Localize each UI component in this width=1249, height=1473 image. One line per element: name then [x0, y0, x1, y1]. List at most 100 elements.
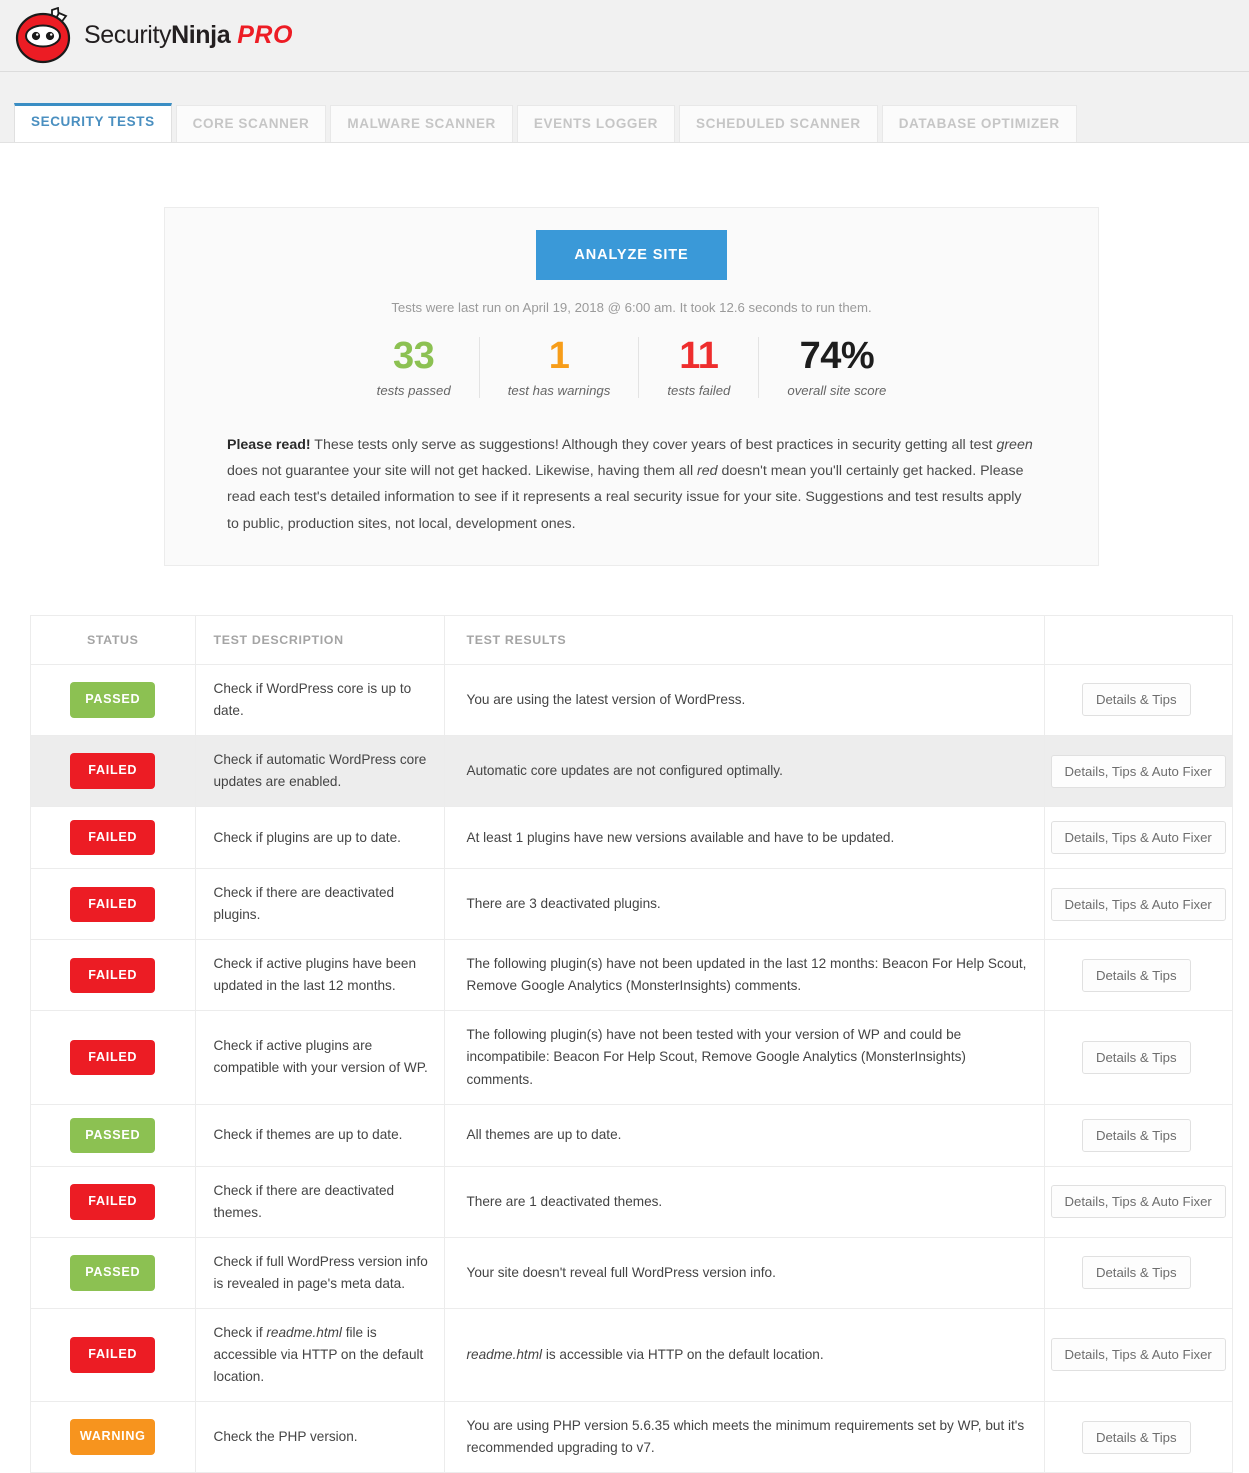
note-part1: These tests only serve as suggestions! A…: [310, 436, 997, 453]
details-button[interactable]: Details & Tips: [1081, 683, 1191, 717]
stat-warning-label: test has warnings: [507, 382, 611, 398]
table-row: FAILED Check if plugins are up to date. At…: [31, 806, 1232, 870]
stat-failed-value: 11: [679, 335, 719, 377]
status-badge: FAILED: [70, 957, 156, 994]
result-part2: is accessible via HTTP on the default lo…: [542, 1346, 824, 1362]
cell-test-description: Check if automatic WordPress core update…: [195, 735, 445, 808]
cell-action: Details & Tips: [1044, 664, 1232, 736]
details-button[interactable]: Details, Tips & Auto Fixer: [1050, 821, 1226, 855]
brand-wordmark: SecurityNinja PRO: [84, 21, 293, 50]
table-row: WARNING Check the PHP version. You are usi…: [31, 1401, 1232, 1473]
tab-database-optimizer[interactable]: DATABASE OPTIMIZER: [881, 105, 1077, 142]
cell-test-description: Check if full WordPress version info is …: [195, 1237, 445, 1309]
cell-status: FAILED: [31, 1308, 196, 1403]
details-button[interactable]: Details & Tips: [1081, 1118, 1191, 1152]
details-button[interactable]: Details, Tips & Auto Fixer: [1050, 887, 1226, 921]
column-header-status: STATUS: [31, 615, 196, 665]
cell-test-description: Check if active plugins have been update…: [195, 939, 445, 1012]
details-button[interactable]: Details & Tips: [1081, 958, 1191, 992]
tab-strip: SECURITY TESTS CORE SCANNER MALWARE SCAN…: [0, 72, 1249, 143]
tab-malware-scanner[interactable]: MALWARE SCANNER: [330, 105, 513, 142]
details-button[interactable]: Details, Tips & Auto Fixer: [1050, 1185, 1226, 1219]
stat-passed-label: tests passed: [376, 382, 451, 398]
cell-test-description: Check if plugins are up to date.: [195, 806, 445, 870]
cell-test-result: Your site doesn't reveal full WordPress …: [444, 1237, 1045, 1309]
cell-action: Details, Tips & Auto Fixer: [1044, 868, 1232, 941]
tab-events-logger[interactable]: EVENTS LOGGER: [516, 105, 675, 142]
stat-tests-passed: 33 tests passed: [349, 336, 480, 398]
cell-test-description: Check if themes are up to date.: [195, 1104, 445, 1167]
cell-status: PASSED: [31, 1237, 196, 1309]
status-badge: FAILED: [70, 1337, 156, 1373]
cell-test-result: At least 1 plugins have new versions ava…: [444, 806, 1045, 870]
cell-test-result: The following plugin(s) have not been up…: [444, 939, 1045, 1012]
stat-failed-label: tests failed: [667, 382, 731, 398]
table-row: FAILED Check if readme.html file is acces…: [31, 1308, 1232, 1403]
details-button[interactable]: Details, Tips & Auto Fixer: [1050, 1338, 1226, 1372]
status-badge: PASSED: [70, 1117, 156, 1153]
table-row: FAILED Check if active plugins are compat…: [31, 1010, 1232, 1105]
cell-test-result: There are 1 deactivated themes.: [444, 1166, 1045, 1238]
stat-tests-failed: 11 tests failed: [639, 335, 760, 398]
details-button[interactable]: Details & Tips: [1081, 1256, 1191, 1290]
cell-status: PASSED: [31, 1104, 196, 1167]
column-header-description: TEST DESCRIPTION: [195, 615, 445, 665]
details-button[interactable]: Details & Tips: [1081, 1040, 1191, 1074]
cell-test-description: Check if there are deactivated themes.: [195, 1166, 445, 1238]
note-emphasis-red: red: [697, 463, 718, 480]
analyze-site-button[interactable]: ANALYZE SITE: [536, 230, 727, 280]
cell-test-result: Automatic core updates are not configure…: [444, 735, 1045, 808]
stat-site-score: 74% overall site score: [759, 335, 914, 398]
details-button[interactable]: Details & Tips: [1081, 1420, 1191, 1454]
cell-test-result: You are using the latest version of Word…: [444, 664, 1045, 736]
security-tests-table: STATUS TEST DESCRIPTION TEST RESULTS PAS…: [31, 615, 1232, 1473]
status-badge: PASSED: [70, 682, 156, 718]
stat-score-value: 74%: [799, 335, 875, 377]
table-body: PASSED Check if WordPress core is up to d…: [31, 664, 1232, 1473]
status-badge: FAILED: [70, 820, 156, 856]
ninja-mask-icon: [14, 6, 80, 65]
cell-action: Details & Tips: [1044, 1401, 1232, 1473]
status-badge: FAILED: [70, 886, 156, 923]
cell-action: Details, Tips & Auto Fixer: [1044, 735, 1232, 808]
tab-scheduled-scanner[interactable]: SCHEDULED SCANNER: [678, 105, 878, 142]
app-header: SecurityNinja PRO: [0, 0, 1249, 72]
tab-list: SECURITY TESTS CORE SCANNER MALWARE SCAN…: [14, 103, 1077, 142]
cell-status: FAILED: [31, 735, 196, 808]
summary-box: ANALYZE SITE Tests were last run on Apri…: [164, 207, 1099, 566]
cell-action: Details & Tips: [1044, 1104, 1232, 1167]
cell-action: Details, Tips & Auto Fixer: [1044, 1166, 1232, 1238]
stat-warning-value: 1: [548, 335, 570, 377]
cell-test-result: There are 3 deactivated plugins.: [444, 868, 1045, 941]
table-row: FAILED Check if automatic WordPress core …: [31, 735, 1232, 808]
cell-status: PASSED: [31, 664, 196, 736]
cell-test-result: All themes are up to date.: [444, 1104, 1045, 1167]
details-button[interactable]: Details, Tips & Auto Fixer: [1050, 754, 1226, 788]
cell-action: Details & Tips: [1044, 1010, 1232, 1105]
cell-status: FAILED: [31, 806, 196, 870]
cell-action: Details & Tips: [1044, 1237, 1232, 1309]
table-head: STATUS TEST DESCRIPTION TEST RESULTS: [31, 615, 1232, 665]
stat-test-warnings: 1 test has warnings: [480, 335, 640, 398]
cell-test-description: Check if active plugins are compatible w…: [195, 1010, 445, 1105]
desc-filename: readme.html: [266, 1324, 342, 1340]
cell-test-result: The following plugin(s) have not been te…: [444, 1010, 1045, 1105]
cell-status: FAILED: [31, 1166, 196, 1238]
tab-core-scanner[interactable]: CORE SCANNER: [175, 105, 327, 142]
status-badge: PASSED: [70, 1255, 156, 1291]
brand-name-part2: Ninja: [171, 21, 231, 49]
result-filename: readme.html: [466, 1346, 543, 1362]
tab-security-tests[interactable]: SECURITY TESTS: [14, 103, 172, 142]
note-lead: Please read!: [227, 436, 311, 453]
status-badge: FAILED: [70, 753, 156, 789]
cell-action: Details, Tips & Auto Fixer: [1044, 1308, 1232, 1403]
brand-logo: SecurityNinja PRO: [14, 6, 293, 65]
stats-row: 33 tests passed 1 test has warnings 11 t…: [165, 335, 1098, 398]
cell-test-result: You are using PHP version 5.6.35 which m…: [444, 1401, 1045, 1473]
main-panel: ANALYZE SITE Tests were last run on Apri…: [14, 143, 1249, 1473]
table-row: PASSED Check if full WordPress version in…: [31, 1237, 1232, 1309]
column-header-results: TEST RESULTS: [444, 615, 1045, 665]
status-badge: FAILED: [70, 1184, 156, 1220]
cell-status: FAILED: [31, 868, 196, 941]
table-row: FAILED Check if there are deactivated plu…: [31, 868, 1232, 941]
